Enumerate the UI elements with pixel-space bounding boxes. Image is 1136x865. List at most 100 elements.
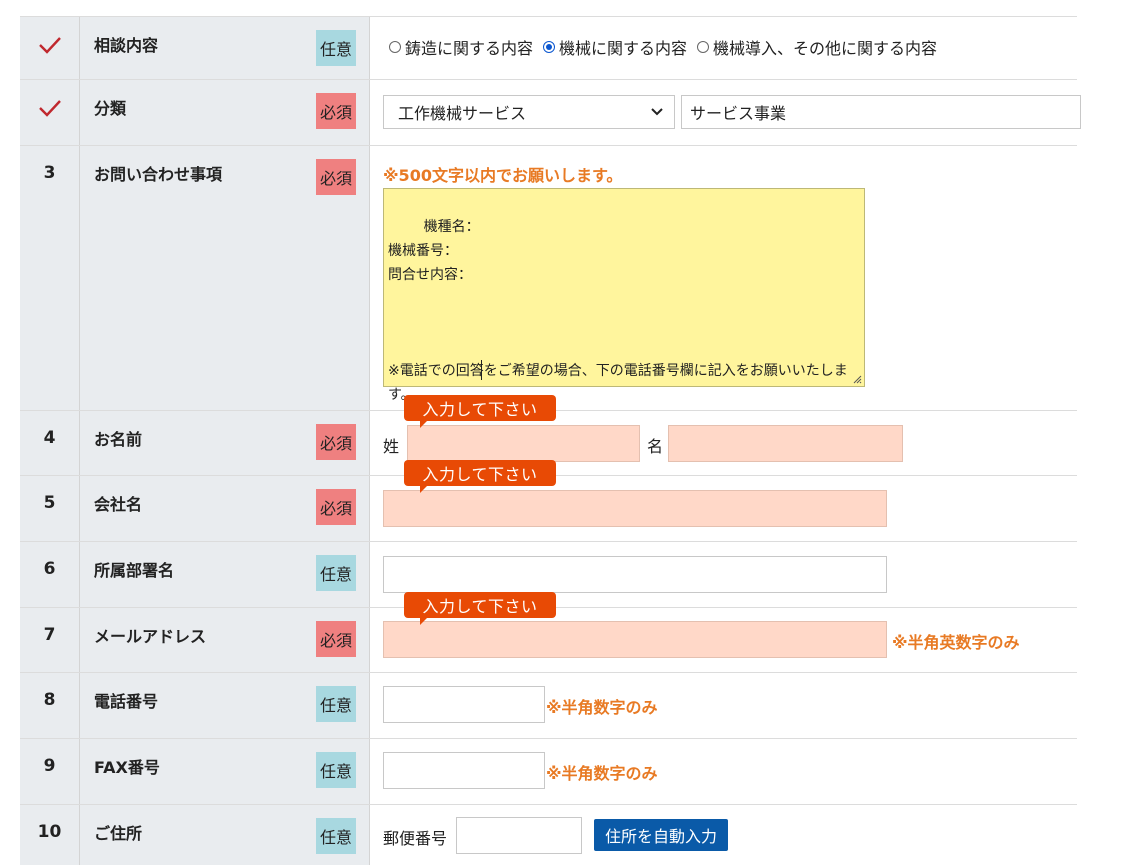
phone-format-note: ※半角数字のみ	[546, 698, 658, 717]
row-number: 10	[37, 822, 62, 842]
form-row-email: 7 メールアドレス 必須 ※半角英数字のみ 入力して下さい	[20, 592, 1077, 673]
row-label-cell: お問い合わせ事項 必須	[80, 146, 370, 410]
row-label-cell: 会社名 必須	[80, 476, 370, 541]
field-label: 会社名	[94, 495, 143, 514]
auto-address-button[interactable]: 住所を自動入力	[594, 819, 728, 851]
validation-tooltip: 入力して下さい	[404, 460, 556, 493]
form-row-inquiry: 3 お問い合わせ事項 必須 ※500文字以内でお願いします。 機種名： 機械番号…	[20, 146, 1077, 411]
row-label-cell: 相談内容 任意	[80, 17, 370, 79]
radio-circle-icon	[697, 41, 710, 53]
row-content-cell: 郵便番号 住所を自動入力	[370, 805, 1077, 865]
field-label: FAX番号	[94, 758, 160, 777]
form-row-address: 10 ご住所 任意 郵便番号 住所を自動入力	[20, 805, 1077, 865]
last-name-label: 姓	[383, 437, 400, 456]
row-number: 5	[43, 493, 56, 513]
form-row-company: 5 会社名 必須 入力して下さい	[20, 460, 1077, 542]
row-content-cell: ※500文字以内でお願いします。 機種名： 機械番号： 問合せ内容： ※電話での…	[370, 146, 1077, 410]
row-label-cell: メールアドレス 必須	[80, 608, 370, 672]
field-label: お問い合わせ事項	[94, 165, 223, 184]
row-label-cell: 分類 必須	[80, 80, 370, 145]
fax-input[interactable]	[383, 752, 545, 789]
row-content-cell: 工作機械サービス サービス事業	[370, 80, 1081, 145]
checkmark-icon	[38, 100, 61, 117]
row-number-cell	[20, 17, 80, 79]
postal-code-label: 郵便番号	[383, 829, 448, 848]
row-content-cell: ※半角数字のみ	[370, 673, 1077, 738]
row-number: 4	[43, 428, 56, 448]
field-label: 電話番号	[94, 692, 159, 711]
row-number-cell: 8	[20, 673, 80, 738]
field-label: メールアドレス	[94, 627, 207, 646]
field-label: 相談内容	[94, 36, 159, 55]
category-select[interactable]: 工作機械サービス	[383, 95, 675, 129]
field-label: ご住所	[94, 824, 143, 843]
form-row-fax: 9 FAX番号 任意 ※半角数字のみ	[20, 739, 1077, 805]
row-label-cell: 電話番号 任意	[80, 673, 370, 738]
validation-tooltip: 入力して下さい	[404, 592, 556, 625]
radio-label: 機械導入、その他に関する内容	[713, 39, 938, 58]
radio-machine[interactable]: 機械に関する内容	[543, 35, 687, 59]
row-number: 9	[43, 756, 56, 776]
char-limit-note: ※500文字以内でお願いします。	[383, 166, 623, 185]
row-label-cell: ご住所 任意	[80, 805, 370, 865]
form-row-phone: 8 電話番号 任意 ※半角数字のみ	[20, 673, 1077, 739]
fax-format-note: ※半角数字のみ	[546, 764, 658, 783]
first-name-label: 名	[647, 437, 664, 456]
department-input[interactable]	[383, 556, 887, 593]
row-content-cell: 鋳造に関する内容 機械に関する内容 機械導入、その他に関する内容	[370, 17, 1077, 79]
row-label-cell: お名前 必須	[80, 411, 370, 475]
resize-grip-icon[interactable]	[852, 374, 862, 384]
form-row-consult: 相談内容 任意 鋳造に関する内容 機械に関する内容 機械導入、その他に関する内容	[20, 16, 1077, 80]
row-number-cell: 7	[20, 608, 80, 672]
row-number: 6	[43, 559, 56, 579]
first-name-input[interactable]	[668, 425, 903, 462]
row-number: 7	[43, 625, 56, 645]
optional-badge: 任意	[316, 818, 356, 854]
required-badge: 必須	[316, 159, 356, 195]
optional-badge: 任意	[316, 30, 356, 66]
row-number-cell: 4	[20, 411, 80, 475]
row-number-cell: 10	[20, 805, 80, 865]
company-input[interactable]	[383, 490, 887, 527]
field-label: お名前	[94, 430, 143, 449]
row-number-cell: 3	[20, 146, 80, 410]
required-badge: 必須	[316, 424, 356, 460]
phone-input[interactable]	[383, 686, 545, 723]
validation-tooltip: 入力して下さい	[404, 395, 556, 428]
row-number: 8	[43, 690, 56, 710]
radio-other[interactable]: 機械導入、その他に関する内容	[697, 35, 937, 59]
select-value: 工作機械サービス	[398, 104, 527, 123]
checkmark-icon	[38, 37, 61, 54]
row-content-cell: ※半角数字のみ	[370, 739, 1077, 804]
radio-label: 機械に関する内容	[559, 39, 688, 58]
radio-casting[interactable]: 鋳造に関する内容	[389, 35, 533, 59]
row-label-cell: 所属部署名 任意	[80, 542, 370, 607]
inquiry-textarea[interactable]: 機種名： 機械番号： 問合せ内容： ※電話での回答をご希望の場合、下の電話番号欄…	[383, 188, 865, 403]
row-label-cell: FAX番号 任意	[80, 739, 370, 804]
consult-radio-group: 鋳造に関する内容 機械に関する内容 機械導入、その他に関する内容	[389, 35, 947, 59]
subcategory-value: サービス事業	[690, 104, 787, 123]
optional-badge: 任意	[316, 555, 356, 591]
required-badge: 必須	[316, 621, 356, 657]
radio-selected-icon	[543, 41, 556, 53]
row-number-cell: 5	[20, 476, 80, 541]
radio-label: 鋳造に関する内容	[405, 39, 534, 58]
row-number-cell	[20, 80, 80, 145]
optional-badge: 任意	[316, 752, 356, 788]
row-number-cell: 9	[20, 739, 80, 804]
last-name-input[interactable]	[407, 425, 640, 462]
optional-badge: 任意	[316, 686, 356, 722]
required-badge: 必須	[316, 93, 356, 129]
form-row-category: 分類 必須 工作機械サービス サービス事業	[20, 80, 1081, 146]
textarea-content: 機種名： 機械番号： 問合せ内容： ※電話での回答をご希望の場合、下の電話番号欄…	[388, 219, 848, 403]
subcategory-field[interactable]: サービス事業	[681, 95, 1081, 129]
field-label: 分類	[94, 99, 127, 118]
email-format-note: ※半角英数字のみ	[892, 633, 1020, 652]
postal-code-input[interactable]	[456, 817, 582, 854]
field-label: 所属部署名	[94, 561, 175, 580]
required-badge: 必須	[316, 489, 356, 525]
email-input[interactable]	[383, 621, 887, 658]
row-number-cell: 6	[20, 542, 80, 607]
chevron-down-icon	[651, 108, 663, 116]
row-number: 3	[43, 163, 56, 183]
